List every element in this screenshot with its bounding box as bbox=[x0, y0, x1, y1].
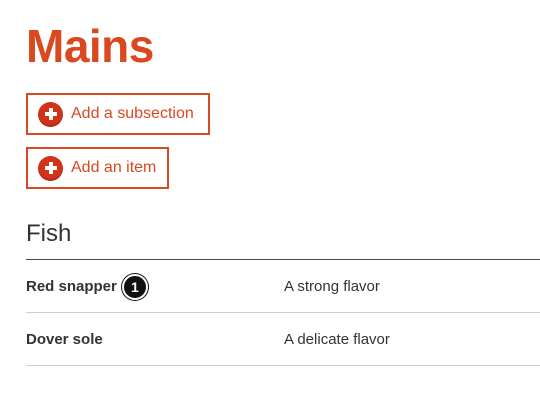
add-subsection-label: Add a subsection bbox=[71, 105, 194, 122]
menu-item-name: Red snapper bbox=[26, 278, 117, 295]
menu-item-description: A delicate flavor bbox=[284, 331, 390, 348]
plus-circle-icon bbox=[38, 101, 63, 127]
menu-item-name-cell: Dover sole bbox=[26, 331, 284, 348]
menu-item-row[interactable]: Dover sole A delicate flavor bbox=[26, 314, 540, 366]
menu-item-name-cell: Red snapper 1 bbox=[26, 273, 284, 300]
menu-item-name: Dover sole bbox=[26, 331, 103, 348]
step-marker-badge: 1 bbox=[121, 273, 148, 300]
section-divider bbox=[26, 259, 540, 260]
add-item-button[interactable]: Add an item bbox=[26, 147, 169, 189]
plus-circle-icon bbox=[38, 155, 63, 181]
add-item-label: Add an item bbox=[71, 159, 157, 176]
menu-item-row[interactable]: Red snapper 1 A strong flavor bbox=[26, 261, 540, 313]
section-heading[interactable]: Fish bbox=[26, 219, 71, 249]
add-subsection-button[interactable]: Add a subsection bbox=[26, 93, 210, 135]
menu-item-description: A strong flavor bbox=[284, 278, 380, 295]
page-title: Mains bbox=[26, 20, 154, 72]
